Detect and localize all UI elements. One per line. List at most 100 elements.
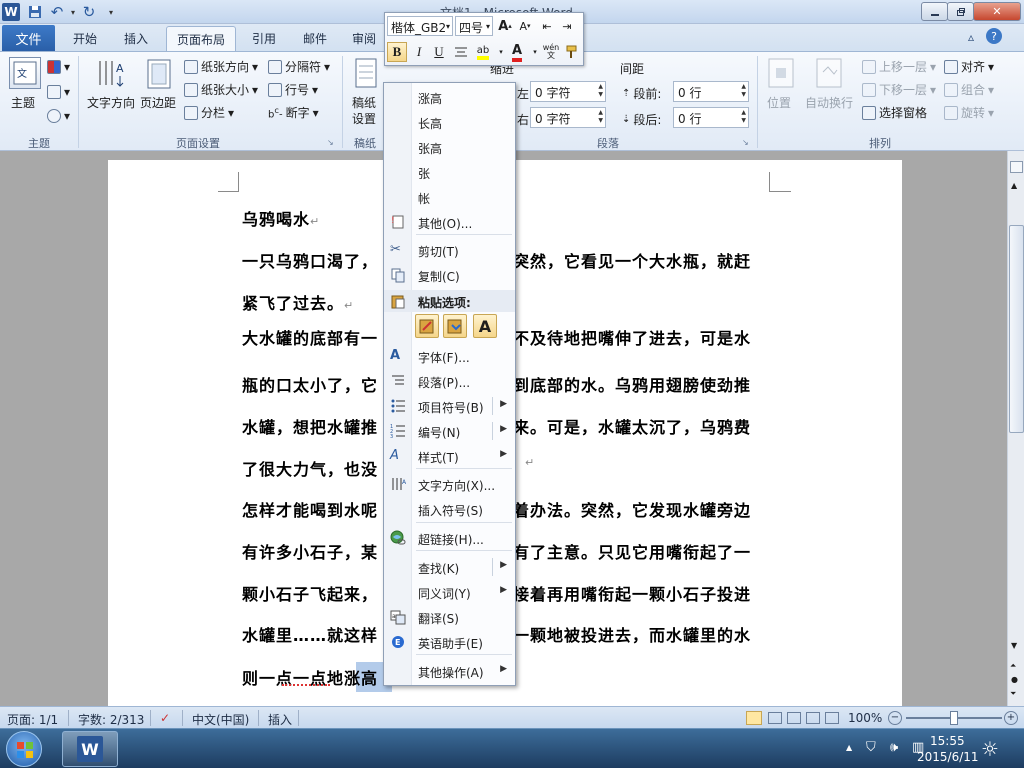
tab-insert[interactable]: 插入 xyxy=(113,26,159,51)
action-center-icon[interactable]: ⛉ xyxy=(866,740,876,755)
format-painter-icon[interactable] xyxy=(561,42,581,62)
line-numbers-button[interactable]: 行号 ▾ xyxy=(268,81,318,98)
orientation-button[interactable]: 纸张方向 ▾ xyxy=(184,58,258,75)
menu-item-styles[interactable]: A 样式(T) ▶ xyxy=(384,444,515,468)
shrink-font-icon[interactable]: A ▾ xyxy=(515,16,535,36)
close-button[interactable]: ✕ xyxy=(973,2,1021,21)
spelling-suggestion[interactable]: 张 xyxy=(384,160,515,184)
doc-line[interactable]: 大水罐的底部有一 不及待地把嘴伸了进去，可是水 xyxy=(242,325,750,349)
tray-expand-icon[interactable]: ▲ xyxy=(846,743,852,752)
menu-item-find[interactable]: 查找(K) ▶ xyxy=(384,555,515,579)
word-count[interactable]: 字数: 2/313 xyxy=(78,711,144,728)
hyphenation-button[interactable]: bc- 断字 ▾ xyxy=(268,104,319,121)
zoom-slider-thumb[interactable] xyxy=(950,711,958,725)
font-size-select[interactable]: 四号 ▾ xyxy=(455,16,493,36)
theme-effects-icon[interactable]: ▾ xyxy=(47,109,70,123)
zoom-in-icon[interactable]: + xyxy=(1004,711,1018,725)
insert-mode[interactable]: 插入 xyxy=(268,711,292,728)
indent-right-input[interactable]: 0 字符 ▲ ▼ xyxy=(530,107,606,128)
selected-word[interactable]: 涨高 xyxy=(344,669,378,688)
web-view-icon[interactable] xyxy=(787,712,801,724)
spacing-before-input[interactable]: 0 行 ▲ ▼ xyxy=(673,81,749,102)
scroll-thumb[interactable] xyxy=(1009,225,1024,433)
redo-icon[interactable]: ↻ xyxy=(80,3,98,21)
page-count[interactable]: 页面: 1/1 xyxy=(7,711,58,728)
group-button[interactable]: 组合 ▾ xyxy=(944,81,994,98)
language[interactable]: 中文(中国) xyxy=(192,711,249,728)
center-align-icon[interactable] xyxy=(451,42,471,62)
menu-item-bullets[interactable]: 项目符号(B) ▶ xyxy=(384,394,515,418)
vertical-scrollbar[interactable]: ▲ ▼ ⏶ ● ⏷ xyxy=(1007,151,1024,706)
doc-line[interactable]: 有许多小石子，某 有了主意。只见它用嘴衔起了一 xyxy=(242,539,750,563)
doc-line[interactable]: 瓶的口太小了，它 到底部的水。乌鸦用翅膀使劲推 xyxy=(242,372,750,396)
paragraph-launcher-icon[interactable]: ↘ xyxy=(742,138,749,147)
columns-button[interactable]: 分栏 ▾ xyxy=(184,104,234,121)
minimize-button[interactable] xyxy=(921,2,948,21)
menu-item-copy[interactable]: 复制(C) xyxy=(384,263,515,287)
send-backward-button[interactable]: 下移一层 ▾ xyxy=(862,81,936,98)
highlight-icon[interactable]: ab xyxy=(473,42,493,62)
ruler-toggle-icon[interactable] xyxy=(1010,161,1023,173)
phonetic-guide-icon[interactable]: wén 文 xyxy=(541,42,561,62)
tab-references[interactable]: 引用 xyxy=(241,26,287,51)
menu-item-english-assistant[interactable]: E 英语助手(E) xyxy=(384,630,515,654)
breaks-button[interactable]: 分隔符 ▾ xyxy=(268,58,330,75)
clock-time[interactable]: 15:55 xyxy=(930,734,965,748)
doc-line[interactable]: 了很大力气，也没 ↵ xyxy=(242,456,534,480)
paste-keep-source-icon[interactable] xyxy=(415,314,439,338)
menu-item-font[interactable]: A 字体(F)... xyxy=(384,344,515,368)
weather-gadget-icon[interactable]: ☼ xyxy=(981,737,999,761)
themes-icon[interactable]: 文 xyxy=(9,57,41,89)
decrease-indent-icon[interactable]: ⇤ xyxy=(537,16,557,36)
help-icon[interactable]: ? xyxy=(986,28,1002,44)
wrap-text-icon[interactable] xyxy=(816,58,842,88)
rotate-button[interactable]: 旋转 ▾ xyxy=(944,104,994,121)
zoom-level[interactable]: 100% xyxy=(848,711,882,725)
tab-file[interactable]: 文件 xyxy=(2,25,55,51)
size-button[interactable]: 纸张大小 ▾ xyxy=(184,81,258,98)
menu-item-translate[interactable]: a 翻译(S) xyxy=(384,605,515,629)
spacing-after-input[interactable]: 0 行 ▲ ▼ xyxy=(673,107,749,128)
increase-indent-icon[interactable]: ⇥ xyxy=(557,16,577,36)
proofing-icon[interactable]: ✓ xyxy=(160,711,170,725)
menu-item-paragraph[interactable]: 段落(P)... xyxy=(384,369,515,393)
clock-date[interactable]: 2015/6/11 xyxy=(917,750,979,764)
paste-keep-text-icon[interactable]: A xyxy=(473,314,497,338)
menu-item-cut[interactable]: ✂ 剪切(T) xyxy=(384,238,515,262)
zoom-out-icon[interactable]: − xyxy=(888,711,902,725)
position-icon[interactable] xyxy=(768,58,794,88)
position-button[interactable]: 位置 xyxy=(767,94,791,111)
bring-forward-button[interactable]: 上移一层 ▾ xyxy=(862,58,936,75)
bold-button[interactable]: B xyxy=(387,42,407,62)
selection-pane-button[interactable]: 选择窗格 xyxy=(862,104,927,121)
themes-button[interactable]: 主题 xyxy=(11,94,35,111)
minimize-ribbon-icon[interactable]: ▵ xyxy=(968,30,974,44)
customize-qat-icon[interactable]: ▾ xyxy=(102,3,120,21)
menu-item-hyperlink[interactable]: 超链接(H)... xyxy=(384,526,515,550)
volume-icon[interactable]: 🕪 xyxy=(890,740,898,755)
menu-item-synonyms[interactable]: 同义词(Y) ▶ xyxy=(384,580,515,604)
menu-item-numbering[interactable]: 123 编号(N) ▶ xyxy=(384,419,515,443)
spelling-suggestion[interactable]: 张高 xyxy=(384,135,515,159)
italic-button[interactable]: I xyxy=(409,42,429,62)
text-direction-icon[interactable]: A xyxy=(96,58,126,90)
doc-title-line[interactable]: 乌鸦喝水↵ xyxy=(242,206,320,230)
tab-home[interactable]: 开始 xyxy=(62,26,108,51)
draft-paper-button[interactable]: 稿纸 xyxy=(352,94,376,111)
underline-button[interactable]: U xyxy=(429,42,449,62)
indent-left-input[interactable]: 0 字符 ▲ ▼ xyxy=(530,81,606,102)
prev-page-icon[interactable]: ⏶ xyxy=(1010,661,1016,671)
draft-paper-icon[interactable] xyxy=(355,58,377,88)
doc-line[interactable]: 颗小石子飞起来， 接着再用嘴衔起一颗小石子投进 xyxy=(242,581,750,605)
doc-line[interactable]: 水罐里……就这样 一颗地被投进去，而水罐里的水 xyxy=(242,622,750,646)
menu-item-more-actions[interactable]: 其他操作(A) ▶ xyxy=(384,659,515,683)
doc-line[interactable]: 水罐，想把水罐推 来。可是，水罐太沉了，乌鸦费 xyxy=(242,414,750,438)
menu-item-insert-symbol[interactable]: 插入符号(S) xyxy=(384,497,515,521)
menu-item-other[interactable]: ! 其他(O)... xyxy=(384,210,515,234)
font-name-select[interactable]: 楷体_GB2 ▾ xyxy=(387,16,453,36)
page-setup-launcher-icon[interactable]: ↘ xyxy=(327,138,334,147)
margins-button[interactable]: 页边距 xyxy=(140,94,176,111)
next-page-icon[interactable]: ⏷ xyxy=(1010,689,1016,699)
start-button[interactable] xyxy=(6,731,42,767)
grow-font-icon[interactable]: A ▴ xyxy=(495,16,515,36)
